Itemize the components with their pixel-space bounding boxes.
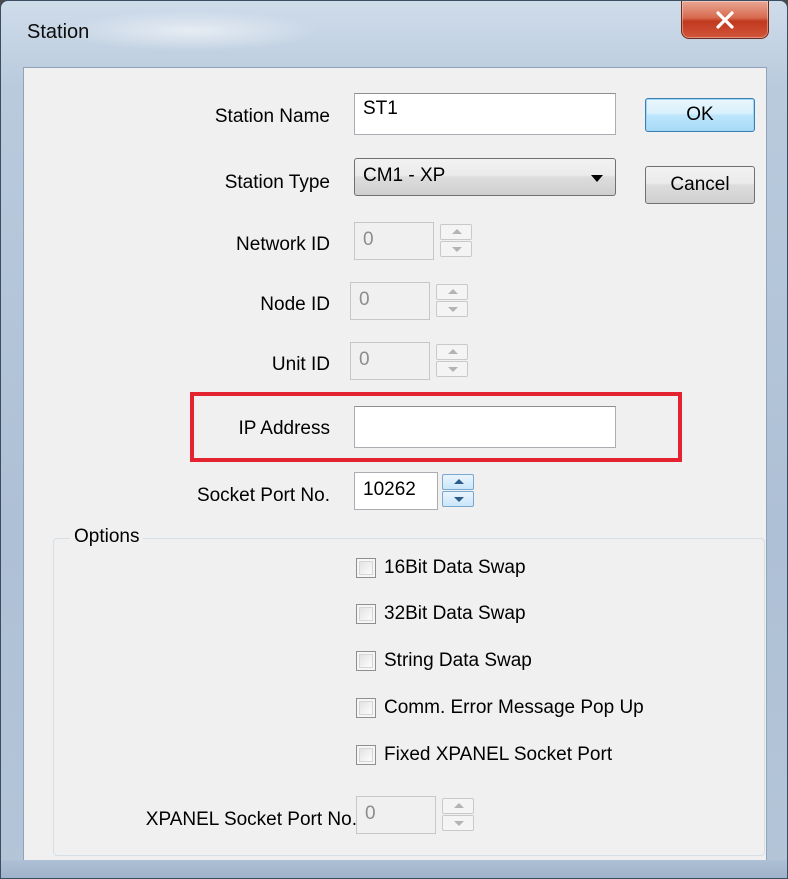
ok-button[interactable]: OK xyxy=(645,98,755,132)
dialog-client-area: Station Name ST1 OK Station Type CM1 - X… xyxy=(23,67,767,862)
close-x-icon xyxy=(716,10,734,29)
option-comm-error-popup[interactable]: Comm. Error Message Pop Up xyxy=(356,697,644,719)
unit-id-label: Unit ID xyxy=(271,354,330,375)
option-string-data-swap[interactable]: String Data Swap xyxy=(356,650,532,672)
station-name-input[interactable]: ST1 xyxy=(354,93,616,135)
options-group: Options 16Bit Data Swap 32Bit Data Swap … xyxy=(53,526,765,856)
option-fixed-xpanel-port[interactable]: Fixed XPANEL Socket Port xyxy=(356,744,612,766)
node-id-field: 0 xyxy=(350,282,430,320)
spin-up-icon[interactable] xyxy=(442,474,474,490)
window-bottom-border xyxy=(1,860,787,878)
station-dialog: Station Station Name ST1 OK Station Type… xyxy=(0,0,788,879)
spin-up-icon xyxy=(436,284,468,300)
station-type-value: CM1 - XP xyxy=(363,165,446,186)
close-button[interactable] xyxy=(681,1,769,39)
network-id-field: 0 xyxy=(354,222,434,260)
chevron-down-icon xyxy=(591,175,603,182)
ip-address-label: IP Address xyxy=(238,418,330,439)
option-32bit-data-swap[interactable]: 32Bit Data Swap xyxy=(356,603,526,625)
option-label: Fixed XPANEL Socket Port xyxy=(384,744,613,765)
spin-up-icon xyxy=(436,344,468,360)
spin-up-icon xyxy=(440,224,472,240)
socket-port-label: Socket Port No. xyxy=(196,485,330,506)
option-16bit-data-swap[interactable]: 16Bit Data Swap xyxy=(356,557,526,579)
network-id-stepper: 0 xyxy=(354,222,474,260)
node-id-stepper: 0 xyxy=(350,282,470,320)
station-name-label: Station Name xyxy=(214,106,330,127)
spin-down-icon xyxy=(436,301,468,317)
spin-down-icon xyxy=(436,361,468,377)
checkbox-icon[interactable] xyxy=(356,558,376,578)
window-title: Station xyxy=(27,21,90,43)
spin-down-icon xyxy=(440,241,472,257)
checkbox-icon[interactable] xyxy=(356,698,376,718)
xpanel-port-stepper: 0 xyxy=(356,796,476,834)
spin-down-icon xyxy=(442,815,474,831)
checkbox-icon[interactable] xyxy=(356,604,376,624)
network-id-label: Network ID xyxy=(236,234,330,255)
cancel-button[interactable]: Cancel xyxy=(645,166,755,204)
socket-port-stepper[interactable]: 10262 xyxy=(354,472,474,510)
spin-down-icon[interactable] xyxy=(442,491,474,507)
checkbox-icon[interactable] xyxy=(356,745,376,765)
options-legend: Options xyxy=(70,526,144,548)
station-type-dropdown[interactable]: CM1 - XP xyxy=(354,158,616,196)
spin-up-icon xyxy=(442,798,474,814)
option-label: Comm. Error Message Pop Up xyxy=(384,697,644,718)
unit-id-stepper: 0 xyxy=(350,342,470,380)
ip-address-input[interactable] xyxy=(354,406,616,448)
checkbox-icon[interactable] xyxy=(356,651,376,671)
node-id-label: Node ID xyxy=(260,294,330,315)
option-label: 16Bit Data Swap xyxy=(384,557,526,578)
xpanel-port-label: XPANEL Socket Port No. xyxy=(145,809,357,830)
xpanel-port-field: 0 xyxy=(356,796,436,834)
unit-id-field: 0 xyxy=(350,342,430,380)
socket-port-field[interactable]: 10262 xyxy=(354,472,438,510)
option-label: 32Bit Data Swap xyxy=(384,603,526,624)
option-label: String Data Swap xyxy=(384,650,532,671)
station-type-label: Station Type xyxy=(224,172,330,193)
title-bar[interactable]: Station xyxy=(1,1,787,67)
